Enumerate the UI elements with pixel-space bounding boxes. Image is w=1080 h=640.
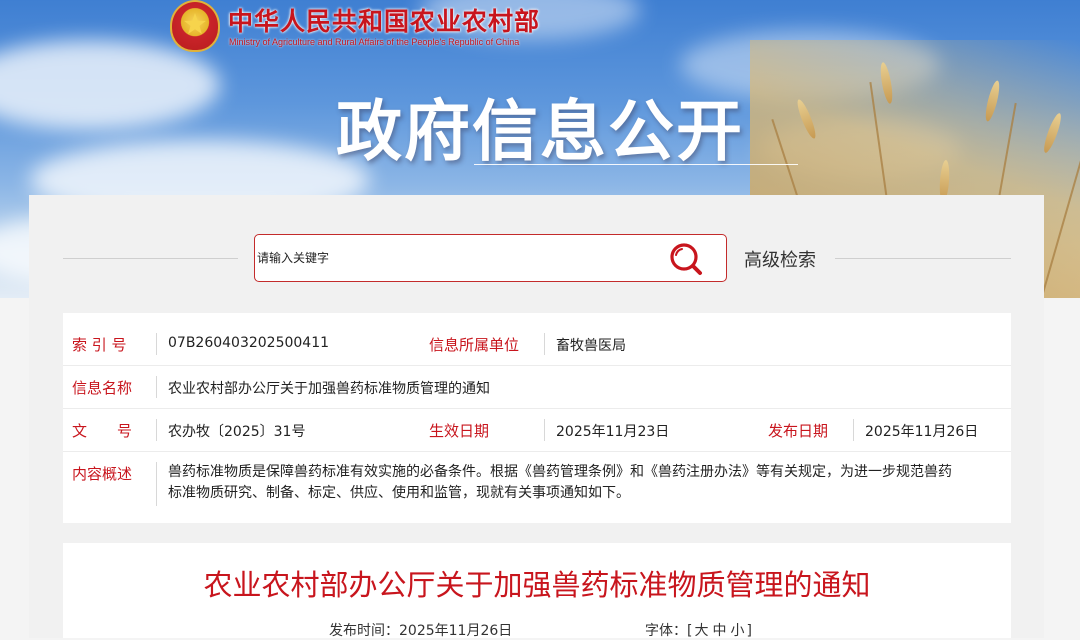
publish-time-value: 2025年11月26日 <box>399 623 513 639</box>
row-divider <box>63 365 1011 366</box>
summary-line: 兽药标准物质是保障兽药标准有效实施的必备条件。根据《兽药管理条例》和《兽药注册办… <box>168 464 952 480</box>
column-separator <box>156 419 157 441</box>
publish-date-label: 发布日期 <box>768 422 829 440</box>
index-label: 索 引 号 <box>72 336 127 354</box>
star-icon <box>184 13 206 34</box>
wheat-ear <box>878 61 895 105</box>
docno-value: 农办牧〔2025〕31号 <box>168 424 306 440</box>
column-separator <box>156 376 157 398</box>
font-bracket-open: [ <box>687 623 693 639</box>
publish-time-label: 发布时间： <box>329 623 399 639</box>
docno-label-b: 号 <box>117 422 133 440</box>
row-divider <box>63 408 1011 409</box>
wheat-ear <box>794 97 819 141</box>
column-separator <box>544 419 545 441</box>
column-separator <box>544 333 545 355</box>
font-size-small-button[interactable]: 小 <box>730 623 744 639</box>
article-card: 农业农村部办公厅关于加强兽药标准物质管理的通知 发布时间：2025年11月26日… <box>63 543 1011 640</box>
cloud <box>0 40 220 130</box>
unit-value: 畜牧兽医局 <box>556 338 626 354</box>
summary-line: 标准物质研究、制备、标定、供应、使用和监管，现就有关事项通知如下。 <box>168 485 630 501</box>
font-size-control: 字体：[大中小] <box>645 620 752 640</box>
index-value: 07B260403202500411 <box>168 335 330 351</box>
search-icon[interactable] <box>669 242 705 276</box>
effective-date-value: 2025年11月23日 <box>556 424 670 440</box>
publish-time: 发布时间：2025年11月26日 <box>329 620 512 640</box>
info-table: 索 引 号 07B260403202500411 信息所属单位 畜牧兽医局 信息… <box>63 313 1011 523</box>
wheat-ear <box>983 79 1002 123</box>
font-size-label: 字体： <box>645 623 687 639</box>
search-input[interactable] <box>256 236 657 280</box>
summary-label: 内容概述 <box>72 465 133 483</box>
wheat-ear <box>1041 111 1064 155</box>
publish-date-value: 2025年11月26日 <box>865 424 979 440</box>
font-size-large-button[interactable]: 大 <box>694 623 708 639</box>
font-size-medium-button[interactable]: 中 <box>712 623 726 639</box>
section-title: 政府信息公开 <box>336 93 744 170</box>
national-emblem-icon <box>170 0 220 52</box>
ministry-name-cn: 中华人民共和国农业农村部 <box>228 7 541 36</box>
search-box <box>254 234 727 282</box>
font-bracket-close: ] <box>746 623 752 639</box>
unit-label: 信息所属单位 <box>429 336 520 354</box>
search-divider-left <box>63 258 238 259</box>
summary-text: 兽药标准物质是保障兽药标准有效实施的必备条件。根据《兽药管理条例》和《兽药注册办… <box>168 462 1004 504</box>
name-value: 农业农村部办公厅关于加强兽药标准物质管理的通知 <box>168 381 490 397</box>
column-separator <box>156 333 157 355</box>
title-underline <box>474 164 798 165</box>
docno-label-a: 文 <box>72 422 88 440</box>
advanced-search-link[interactable]: 高级检索 <box>744 246 816 272</box>
effective-date-label: 生效日期 <box>429 422 490 440</box>
article-title: 农业农村部办公厅关于加强兽药标准物质管理的通知 <box>203 568 871 602</box>
column-separator <box>156 462 157 506</box>
search-divider-right <box>835 258 1011 259</box>
name-label: 信息名称 <box>72 379 133 397</box>
wheat-stalk <box>1040 136 1080 298</box>
row-divider <box>63 451 1011 452</box>
column-separator <box>853 419 854 441</box>
ministry-name-en: Ministry of Agriculture and Rural Affair… <box>229 37 520 47</box>
